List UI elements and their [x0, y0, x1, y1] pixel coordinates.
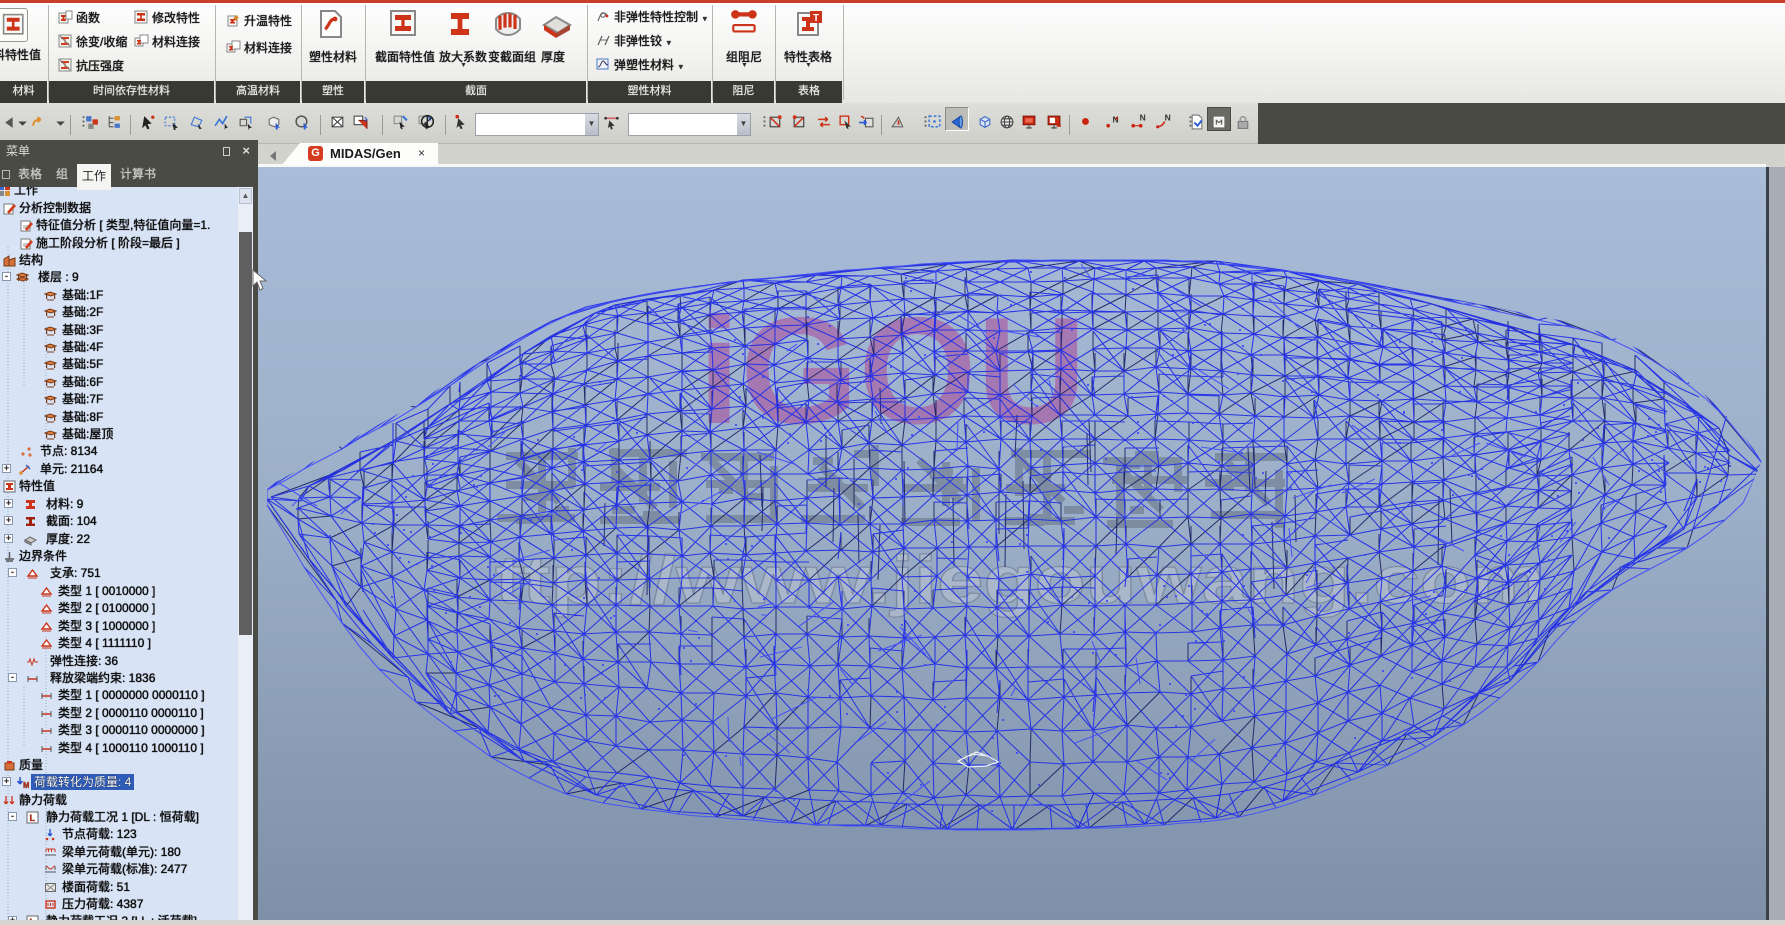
- svg-text:N: N: [1165, 114, 1171, 122]
- svg-text:M: M: [23, 781, 29, 789]
- svg-text:N: N: [1140, 114, 1146, 122]
- svg-text:N: N: [1112, 115, 1118, 125]
- svg-text:T: T: [813, 13, 819, 24]
- svg-text:L: L: [30, 813, 36, 823]
